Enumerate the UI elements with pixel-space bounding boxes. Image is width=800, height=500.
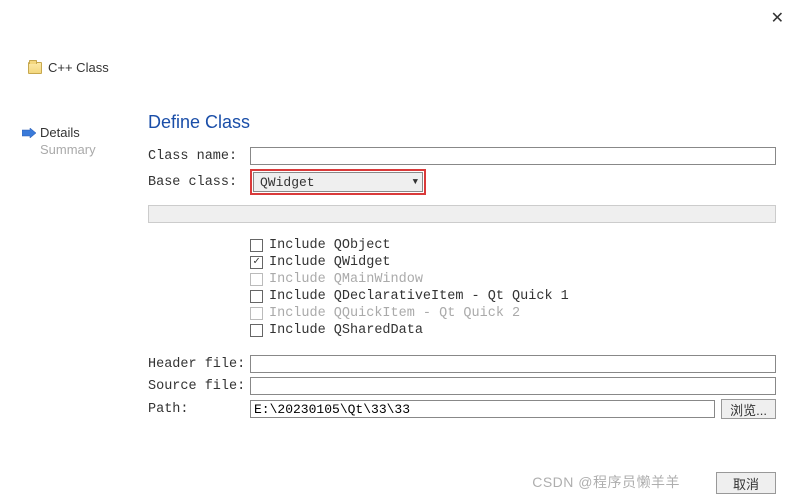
arrow-right-icon [22, 128, 36, 138]
header-file-input[interactable] [250, 355, 776, 373]
main-panel: Define Class Class name: Base class: QWi… [148, 112, 776, 423]
watermark-text: CSDN @程序员懒羊羊 [532, 472, 680, 492]
sidebar: Details Summary [22, 124, 122, 158]
check-label: Include QObject [269, 238, 391, 253]
sidebar-item-summary[interactable]: Summary [22, 141, 122, 158]
header-file-label: Header file: [148, 357, 250, 372]
sidebar-item-label: Details [40, 125, 80, 140]
sidebar-item-label: Summary [40, 142, 96, 157]
base-class-value: QWidget [260, 175, 315, 190]
close-button[interactable]: ✕ [771, 8, 784, 28]
check-qshareddata[interactable]: Include QSharedData [250, 322, 776, 339]
row-path: Path: 浏览... [148, 399, 776, 419]
wizard-title: C++ Class [28, 60, 109, 75]
wizard-title-text: C++ Class [48, 60, 109, 75]
checkbox-icon [250, 273, 263, 286]
checkbox-icon [250, 307, 263, 320]
base-class-highlight: QWidget ▼ [250, 169, 426, 195]
browse-button[interactable]: 浏览... [721, 399, 776, 419]
row-source-file: Source file: [148, 377, 776, 395]
checkbox-icon [250, 239, 263, 252]
check-label: Include QDeclarativeItem - Qt Quick 1 [269, 289, 569, 304]
class-name-input[interactable] [250, 147, 776, 165]
check-qobject[interactable]: Include QObject [250, 237, 776, 254]
check-label: Include QQuickItem - Qt Quick 2 [269, 306, 520, 321]
check-qquickitem: Include QQuickItem - Qt Quick 2 [250, 305, 776, 322]
check-label: Include QWidget [269, 255, 391, 270]
class-name-label: Class name: [148, 149, 250, 164]
chevron-down-icon: ▼ [413, 177, 418, 187]
check-qmainwindow: Include QMainWindow [250, 271, 776, 288]
check-label: Include QMainWindow [269, 272, 423, 287]
folder-icon [28, 62, 42, 74]
sidebar-item-details[interactable]: Details [22, 124, 122, 141]
source-file-input[interactable] [250, 377, 776, 395]
checkbox-checked-icon [250, 256, 263, 269]
check-label: Include QSharedData [269, 323, 423, 338]
path-label: Path: [148, 402, 250, 417]
include-options: Include QObject Include QWidget Include … [250, 237, 776, 339]
base-class-label: Base class: [148, 175, 250, 190]
check-qwidget[interactable]: Include QWidget [250, 254, 776, 271]
checkbox-icon [250, 290, 263, 303]
row-base-class: Base class: QWidget ▼ [148, 169, 776, 195]
checkbox-icon [250, 324, 263, 337]
page-heading: Define Class [148, 112, 776, 133]
base-class-combobox[interactable]: QWidget ▼ [253, 172, 423, 192]
source-file-label: Source file: [148, 379, 250, 394]
row-class-name: Class name: [148, 147, 776, 165]
row-header-file: Header file: [148, 355, 776, 373]
check-qdeclarativeitem[interactable]: Include QDeclarativeItem - Qt Quick 1 [250, 288, 776, 305]
separator-bar [148, 205, 776, 223]
cancel-button[interactable]: 取消 [716, 472, 776, 494]
footer: 取消 [716, 472, 776, 494]
path-input[interactable] [250, 400, 715, 418]
